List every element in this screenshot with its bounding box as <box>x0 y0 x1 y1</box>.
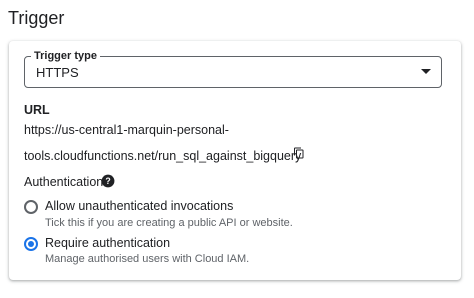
trigger-type-select[interactable]: Trigger type HTTPS <box>24 49 442 88</box>
option-allow-unauthenticated-label: Allow unauthenticated invocations <box>45 199 234 213</box>
trigger-type-label: Trigger type <box>31 49 100 63</box>
chevron-down-icon <box>421 69 431 74</box>
radio-allow-unauthenticated[interactable] <box>24 200 38 214</box>
authentication-label: Authentication <box>24 175 104 189</box>
radio-require-authentication[interactable] <box>24 237 38 251</box>
section-title: Trigger <box>8 8 65 28</box>
url-label: URL <box>24 103 50 117</box>
help-icon[interactable]: ? <box>101 174 115 193</box>
trigger-card: Trigger type HTTPS URL https://us-centra… <box>9 41 461 280</box>
copy-icon[interactable] <box>293 147 305 165</box>
option-allow-unauthenticated-description: Tick this if you are creating a public A… <box>45 217 293 229</box>
url-line-2: tools.cloudfunctions.net/run_sql_against… <box>24 149 302 163</box>
trigger-type-value: HTTPS <box>36 65 79 80</box>
option-require-authentication-description: Manage authorised users with Cloud IAM. <box>45 253 250 265</box>
svg-text:?: ? <box>105 176 110 186</box>
option-require-authentication-label: Require authentication <box>45 236 171 250</box>
url-line-1: https://us-central1-marquin-personal- <box>24 123 229 137</box>
